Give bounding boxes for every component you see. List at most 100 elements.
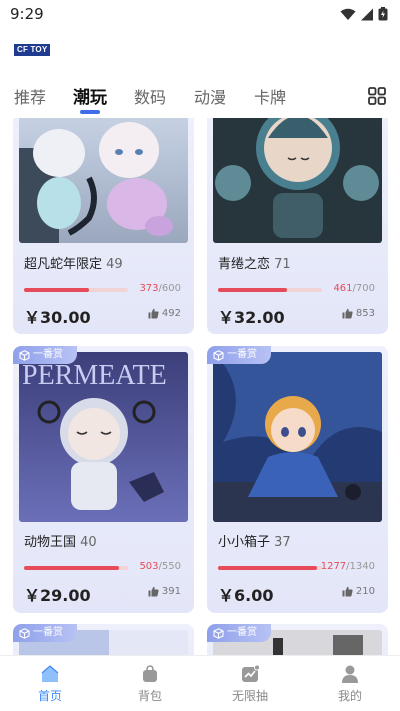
- total-count: 550: [161, 561, 181, 572]
- tab-indicator: [80, 110, 100, 114]
- sold-count: 1277: [320, 561, 347, 572]
- likes-count: 853: [355, 308, 375, 319]
- stock-text: 1277/1340: [320, 561, 375, 572]
- product-title: 青绻之恋 71: [218, 253, 291, 272]
- product-price: ￥30.00: [24, 308, 91, 327]
- likes[interactable]: 210: [342, 586, 375, 597]
- total-count: 700: [355, 283, 375, 294]
- product-card[interactable]: PERMEATE 一番赏 动物王国 40 503/550 ￥29.00 391: [13, 346, 194, 613]
- likes[interactable]: 853: [342, 308, 375, 319]
- product-count: 71: [274, 257, 291, 272]
- status-bar: 9:29: [0, 0, 400, 28]
- product-name: 小小箱子: [218, 535, 271, 550]
- product-card[interactable]: 超凡蛇年限定 49 373/600 ￥30.00 492: [13, 118, 194, 334]
- product-count: 37: [274, 535, 291, 550]
- total-count: 600: [161, 283, 181, 294]
- product-title: 动物王国 40: [24, 531, 97, 550]
- progress-bar: [218, 566, 322, 570]
- progress-bar: [24, 288, 128, 292]
- box-icon: [213, 627, 224, 639]
- chart-icon: [242, 664, 260, 682]
- yifanshang-badge: 一番赏: [13, 346, 77, 364]
- product-card[interactable]: 一番赏: [13, 624, 194, 655]
- progress-fill: [24, 566, 120, 570]
- tab-cards[interactable]: 卡牌: [254, 84, 286, 108]
- box-icon: [19, 627, 30, 639]
- product-name: 青绻之恋: [218, 257, 271, 272]
- likes-count: 391: [161, 586, 181, 597]
- category-tabs: 推荐 潮玩 数码 动漫 卡牌: [0, 78, 400, 118]
- product-count: 49: [106, 257, 123, 272]
- thumbs-up-icon: [342, 586, 353, 597]
- product-feed[interactable]: 超凡蛇年限定 49 373/600 ￥30.00 492 青绻之恋 71 461…: [0, 118, 400, 655]
- thumbs-up-icon: [148, 308, 159, 319]
- wifi-icon: [340, 8, 356, 20]
- sold-count: 373: [139, 283, 159, 294]
- product-price: ￥32.00: [218, 308, 285, 327]
- likes[interactable]: 391: [148, 586, 181, 597]
- nav-label: 我的: [337, 689, 362, 703]
- nav-label: 无限抽: [231, 689, 268, 703]
- product-name: 超凡蛇年限定: [24, 257, 103, 272]
- yifanshang-badge: 一番赏: [207, 346, 271, 364]
- product-card[interactable]: 一番赏: [207, 624, 388, 655]
- box-icon: [19, 349, 30, 361]
- status-icons: [340, 7, 388, 21]
- progress-bar: [24, 566, 128, 570]
- box-icon: [213, 349, 224, 361]
- thumbs-up-icon: [148, 586, 159, 597]
- product-image: [213, 118, 382, 243]
- tab-digital[interactable]: 数码: [134, 84, 166, 108]
- grid-menu-icon[interactable]: [368, 87, 386, 105]
- tab-trendy-toys[interactable]: 潮玩: [73, 83, 107, 108]
- likes-count: 210: [355, 586, 375, 597]
- product-image: [213, 352, 382, 522]
- battery-icon: [378, 7, 388, 21]
- nav-label: 背包: [137, 689, 162, 703]
- likes[interactable]: 492: [148, 308, 181, 319]
- bag-icon: [143, 665, 157, 682]
- progress-fill: [218, 288, 287, 292]
- tab-recommend[interactable]: 推荐: [14, 84, 46, 108]
- product-price: ￥29.00: [24, 586, 91, 605]
- thumbs-up-icon: [342, 308, 353, 319]
- bottom-nav: 首页 背包 无限抽 我的: [0, 655, 400, 711]
- total-count: 1340: [349, 561, 375, 572]
- sold-count: 461: [333, 283, 353, 294]
- progress-fill: [218, 566, 318, 570]
- sold-count: 503: [139, 561, 159, 572]
- nav-bag[interactable]: 背包: [100, 656, 200, 711]
- signal-icon: [361, 8, 373, 20]
- nav-home[interactable]: 首页: [0, 656, 100, 711]
- home-icon: [41, 665, 59, 682]
- product-title: 小小箱子 37: [218, 531, 291, 550]
- nav-profile[interactable]: 我的: [300, 656, 400, 711]
- brand-logo: CF TOY: [14, 44, 51, 56]
- tab-anime[interactable]: 动漫: [194, 84, 226, 108]
- yifanshang-badge: 一番赏: [207, 624, 271, 642]
- product-count: 40: [80, 535, 97, 550]
- badge-label: 一番赏: [33, 349, 63, 360]
- product-title: 超凡蛇年限定 49: [24, 253, 123, 272]
- progress-fill: [24, 288, 89, 292]
- stock-text: 461/700: [333, 283, 375, 294]
- product-card[interactable]: 青绻之恋 71 461/700 ￥32.00 853: [207, 118, 388, 334]
- likes-count: 492: [161, 308, 181, 319]
- badge-label: 一番赏: [227, 627, 257, 638]
- badge-label: 一番赏: [227, 349, 257, 360]
- product-price: ￥6.00: [218, 586, 274, 605]
- stock-text: 503/550: [139, 561, 181, 572]
- badge-label: 一番赏: [33, 627, 63, 638]
- yifanshang-badge: 一番赏: [13, 624, 77, 642]
- product-card[interactable]: 一番赏 小小箱子 37 1277/1340 ￥6.00 210: [207, 346, 388, 613]
- product-image: [19, 118, 188, 243]
- progress-bar: [218, 288, 322, 292]
- status-time: 9:29: [10, 5, 44, 23]
- product-name: 动物王国: [24, 535, 77, 550]
- nav-infinite-draw[interactable]: 无限抽: [200, 656, 300, 711]
- image-caption: PERMEATE: [22, 360, 167, 391]
- nav-label: 首页: [37, 689, 62, 703]
- stock-text: 373/600: [139, 283, 181, 294]
- product-image: PERMEATE: [19, 352, 188, 522]
- user-icon: [342, 665, 358, 683]
